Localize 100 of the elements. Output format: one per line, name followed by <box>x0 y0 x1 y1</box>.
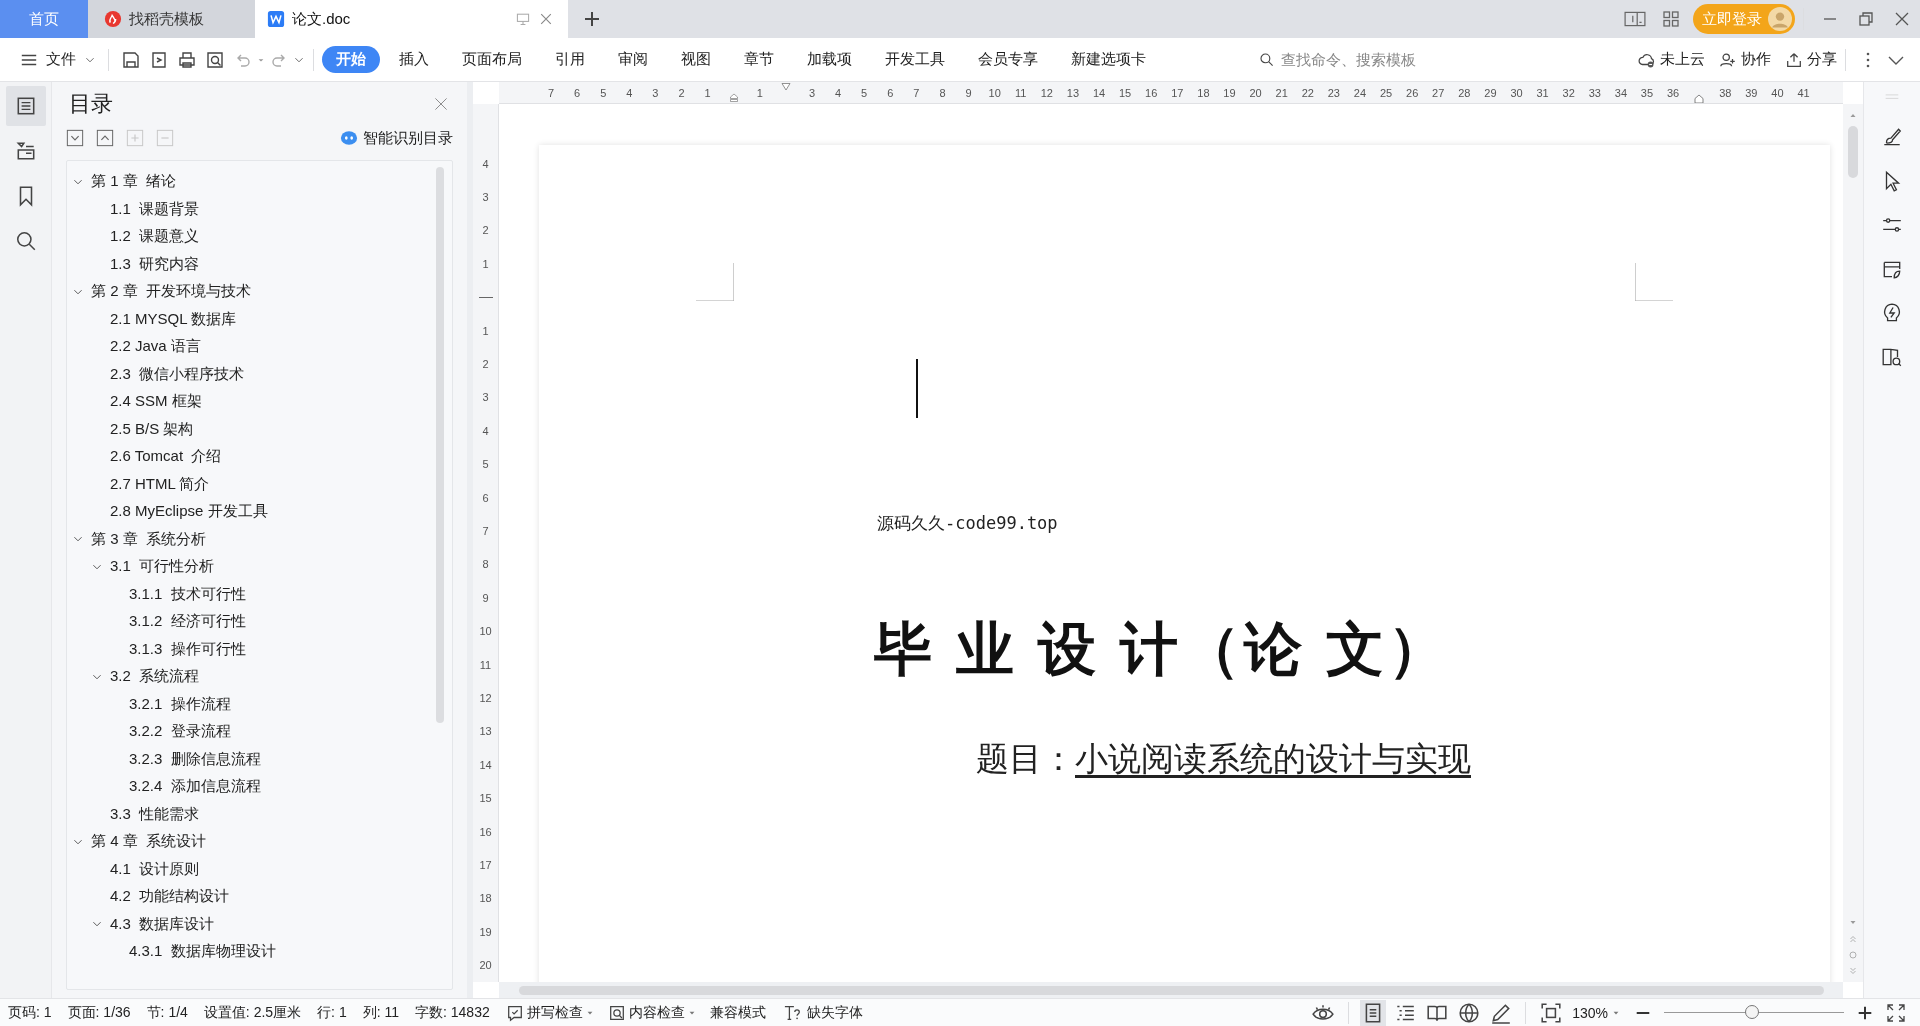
outline-item[interactable]: 3.2.2 登录流程 <box>110 718 428 746</box>
plus-icon[interactable] <box>582 9 602 29</box>
ribbon-tab[interactable]: 页面布局 <box>448 46 536 73</box>
outline-item[interactable]: 第 4 章 系统设计 <box>72 828 428 856</box>
status-menu-button[interactable]: 拼写检查 <box>505 1003 594 1022</box>
outline-item[interactable]: 第 1 章 绪论 <box>72 168 428 196</box>
fullscreen-icon[interactable] <box>1886 1002 1906 1023</box>
toolbar-action-button[interactable]: 协作 <box>1719 50 1771 69</box>
zoom-slider-thumb[interactable] <box>1745 1005 1760 1019</box>
save-icon[interactable] <box>121 49 141 70</box>
scrollbar-thumb[interactable] <box>1848 126 1858 178</box>
outline-item[interactable]: 3.2.4 添加信息流程 <box>110 773 428 801</box>
search-field[interactable]: 查找命令、搜索模板 <box>1259 50 1489 69</box>
ribbon-tab[interactable]: 加载项 <box>793 46 866 73</box>
brush-icon[interactable] <box>1881 126 1903 148</box>
outline-item[interactable]: 3.1.1 技术可行性 <box>110 580 428 608</box>
outline-item[interactable]: 4.3.1 数据库物理设计 <box>110 938 428 966</box>
outline-item[interactable]: 3.2.1 操作流程 <box>110 690 428 718</box>
ribbon-tab[interactable]: 会员专享 <box>964 46 1052 73</box>
outline-item[interactable]: 2.5 B/S 架构 <box>91 415 428 443</box>
print-preview-icon[interactable] <box>205 49 225 70</box>
ruler-number: 21 <box>1275 86 1288 99</box>
outline-item[interactable]: 2.4 SSM 框架 <box>91 388 428 416</box>
ribbon-tab[interactable]: 视图 <box>667 46 725 73</box>
smart-toc-button[interactable]: 智能识别目录 <box>340 128 453 148</box>
status-menu-button[interactable]: 内容检查 <box>607 1003 696 1022</box>
export-icon[interactable] <box>149 49 169 70</box>
book-search-icon[interactable] <box>1881 346 1903 368</box>
outline-item[interactable]: 2.1 MYSQL 数据库 <box>91 305 428 333</box>
ruler-number: 38 <box>1719 86 1732 99</box>
outline-item[interactable]: 第 3 章 系统分析 <box>72 525 428 553</box>
collapse-level-icon[interactable] <box>96 129 114 147</box>
outline-item[interactable]: 1.1 课题背景 <box>91 195 428 223</box>
lightbulb-bolt-icon[interactable] <box>1881 302 1903 324</box>
ribbon-tab[interactable]: 审阅 <box>604 46 662 73</box>
ruler-number: 4 <box>626 86 633 99</box>
ruler-number: 2 <box>482 358 489 371</box>
outline-item[interactable]: 第 2 章 开发环境与技术 <box>72 278 428 306</box>
outline-item[interactable]: 2.3 微信小程序技术 <box>91 360 428 388</box>
ruler-number: 9 <box>965 86 972 99</box>
restore-icon[interactable] <box>1856 9 1876 29</box>
ribbon-tab[interactable]: 章节 <box>730 46 788 73</box>
outline-item[interactable]: 4.2 功能结构设计 <box>91 883 428 911</box>
ruler-number: 19 <box>479 925 492 938</box>
search-icon <box>1259 51 1275 68</box>
margin-line <box>478 296 493 298</box>
toolbar-action-button[interactable]: 分享 <box>1785 50 1837 69</box>
outline-item[interactable]: 2.7 HTML 简介 <box>91 470 428 498</box>
status-text: 字数: 14832 <box>415 1003 490 1022</box>
outline-item[interactable]: 1.2 课题意义 <box>91 223 428 251</box>
status-text: 页码: 1 <box>8 1003 52 1022</box>
ruler-number: 2 <box>482 224 489 237</box>
ruler-number: 5 <box>861 86 868 99</box>
ruler-number: 20 <box>1249 86 1262 99</box>
outline-item[interactable]: 4.1 设计原则 <box>91 855 428 883</box>
triangle-marker-icon[interactable] <box>780 82 791 92</box>
outline-item[interactable]: 2.6 Tomcat 介绍 <box>91 443 428 471</box>
monitor-icon[interactable] <box>515 11 531 27</box>
ruler-number: 34 <box>1614 86 1627 99</box>
close-icon[interactable] <box>433 96 449 112</box>
ruler-number: 8 <box>482 558 489 571</box>
crop-mark-icon <box>696 263 734 301</box>
outline-item[interactable]: 3.2.3 删除信息流程 <box>110 745 428 773</box>
ribbon-tab[interactable]: 开始 <box>322 46 380 73</box>
ribbon-tab[interactable]: 新建选项卡 <box>1057 46 1160 73</box>
ruler-number: 17 <box>1171 86 1184 99</box>
sidebar-tool-button[interactable] <box>5 86 46 126</box>
grid-icon[interactable] <box>1661 9 1681 29</box>
ribbon-tab[interactable]: 引用 <box>541 46 599 73</box>
expand-level-icon[interactable] <box>66 129 84 147</box>
toolbar-action-button[interactable]: 未上云 <box>1638 50 1705 69</box>
document-tab[interactable]: 找稻壳模板 <box>88 0 255 38</box>
outline-item[interactable]: 3.1.3 操作可行性 <box>110 635 428 663</box>
print-icon[interactable] <box>177 49 197 70</box>
zoom-dropdown[interactable]: 130% <box>1572 1004 1620 1021</box>
outline-item[interactable]: 3.1 可行性分析 <box>91 553 428 581</box>
ribbon-tab[interactable]: 开发工具 <box>871 46 959 73</box>
ruler-number: 3 <box>808 86 816 99</box>
avatar-icon <box>1768 7 1792 31</box>
page-view-icon[interactable] <box>1360 999 1387 1026</box>
outline-item[interactable]: 3.1.2 经济可行性 <box>110 608 428 636</box>
house-marker-icon[interactable] <box>1694 93 1705 103</box>
outline-item[interactable]: 3.2 系统流程 <box>91 663 428 691</box>
ribbon-tab[interactable]: 插入 <box>385 46 443 73</box>
outline-item[interactable]: 2.8 MyEclipse 开发工具 <box>91 498 428 526</box>
outline-item[interactable]: 3.3 性能需求 <box>91 800 428 828</box>
outline-item[interactable]: 4.3 数据库设计 <box>91 910 428 938</box>
outline-item[interactable]: 1.3 研究内容 <box>91 250 428 278</box>
ruler-number: 15 <box>1119 86 1132 99</box>
outline-item[interactable]: 2.2 Java 语言 <box>91 333 428 361</box>
scrollbar-thumb[interactable] <box>436 167 444 723</box>
ruler-number: 14 <box>1092 86 1106 99</box>
ruler-number: 14 <box>479 758 492 771</box>
close-icon[interactable] <box>538 11 554 27</box>
missing-font-button[interactable]: 缺失字体 <box>781 1003 863 1022</box>
search-icon <box>14 230 37 252</box>
fit-window-icon[interactable] <box>1540 1001 1563 1024</box>
status-text: 设置值: 2.5厘米 <box>203 1003 302 1022</box>
document-tab[interactable]: 论文.doc <box>255 0 568 38</box>
file-menu-button[interactable]: 文件 <box>16 46 100 73</box>
